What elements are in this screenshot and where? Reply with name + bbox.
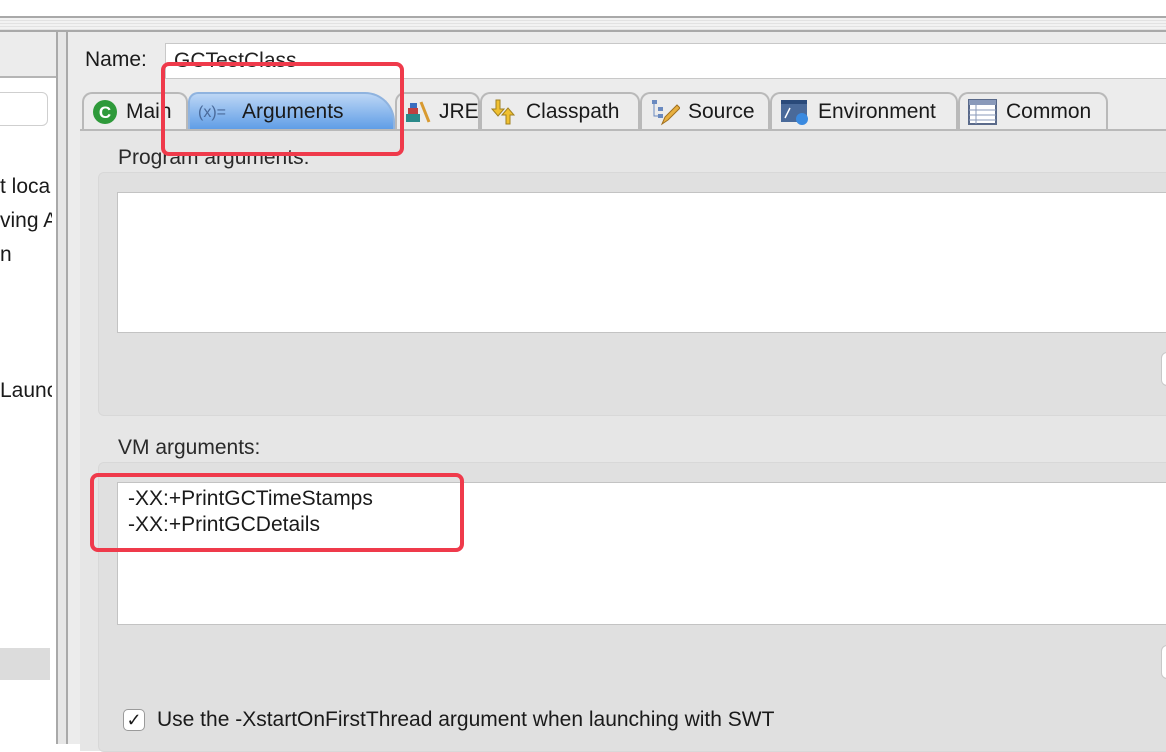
name-label: Name: — [85, 48, 147, 71]
sash-divider[interactable] — [56, 32, 68, 744]
classpath-icon — [490, 99, 516, 125]
selected-list-item[interactable] — [0, 648, 50, 680]
tab-label: Classpath — [526, 100, 620, 123]
configuration-list-panel: t loca ving A n Launc — [0, 32, 56, 744]
tab-label: Environment — [818, 100, 936, 123]
common-icon — [968, 99, 997, 125]
svg-text:C: C — [99, 103, 111, 122]
arguments-tab-content: Program arguments: VM arguments: -XX:+Pr… — [80, 131, 1166, 752]
highlight-vm-args — [90, 473, 464, 552]
title-stripe — [0, 18, 1166, 30]
list-item-text[interactable]: t loca — [0, 175, 52, 199]
program-arguments-group — [98, 172, 1166, 416]
list-item-text[interactable]: ving A — [0, 209, 52, 233]
environment-icon — [781, 100, 808, 125]
tab-environment[interactable]: Environment — [770, 92, 958, 130]
source-icon — [652, 100, 680, 126]
main-class-icon: C — [93, 100, 117, 124]
xstartonfirstthread-checkbox[interactable]: ✓ — [123, 709, 145, 731]
tab-source[interactable]: Source — [640, 92, 770, 130]
tab-classpath[interactable]: Classpath — [480, 92, 640, 130]
filter-input[interactable] — [0, 92, 48, 126]
tab-common[interactable]: Common — [958, 92, 1108, 130]
program-arguments-textarea[interactable] — [117, 192, 1166, 333]
tab-label: Common — [1006, 100, 1092, 123]
list-item-text[interactable]: Launc — [0, 379, 52, 403]
program-variables-button[interactable] — [1161, 352, 1166, 386]
vm-variables-button[interactable] — [1161, 645, 1166, 679]
configuration-toolbar — [0, 32, 56, 78]
highlight-arguments-tab — [161, 62, 404, 156]
jre-library-icon — [406, 101, 431, 123]
tab-jre[interactable]: JRE — [395, 92, 480, 130]
list-item-text[interactable]: n — [0, 243, 52, 267]
xstartonfirstthread-label: Use the -XstartOnFirstThread argument wh… — [157, 708, 775, 731]
vm-arguments-label: VM arguments: — [118, 436, 261, 459]
tab-label: JRE — [439, 100, 479, 123]
tab-label: Source — [688, 100, 755, 123]
